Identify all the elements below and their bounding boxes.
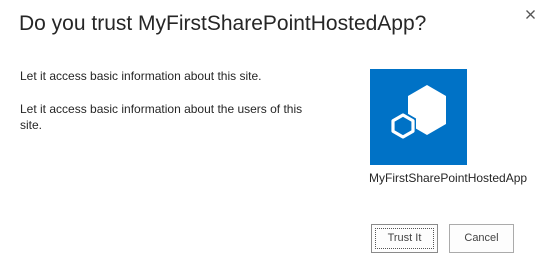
cancel-button[interactable]: Cancel [449,224,514,253]
close-icon [525,9,535,19]
permission-site-info: Let it access basic information about th… [20,69,262,83]
app-tile [370,69,467,165]
trust-dialog: Do you trust MyFirstSharePointHostedApp?… [0,0,560,280]
trust-it-button[interactable]: Trust It [371,224,438,253]
app-cubes-icon [390,85,446,141]
close-button[interactable] [522,6,538,22]
dialog-title: Do you trust MyFirstSharePointHostedApp? [19,12,427,35]
permission-user-info: Let it access basic information about th… [20,102,303,132]
permission-list: Let it access basic information about th… [20,68,320,150]
app-name: MyFirstSharePointHostedApp [369,171,528,185]
